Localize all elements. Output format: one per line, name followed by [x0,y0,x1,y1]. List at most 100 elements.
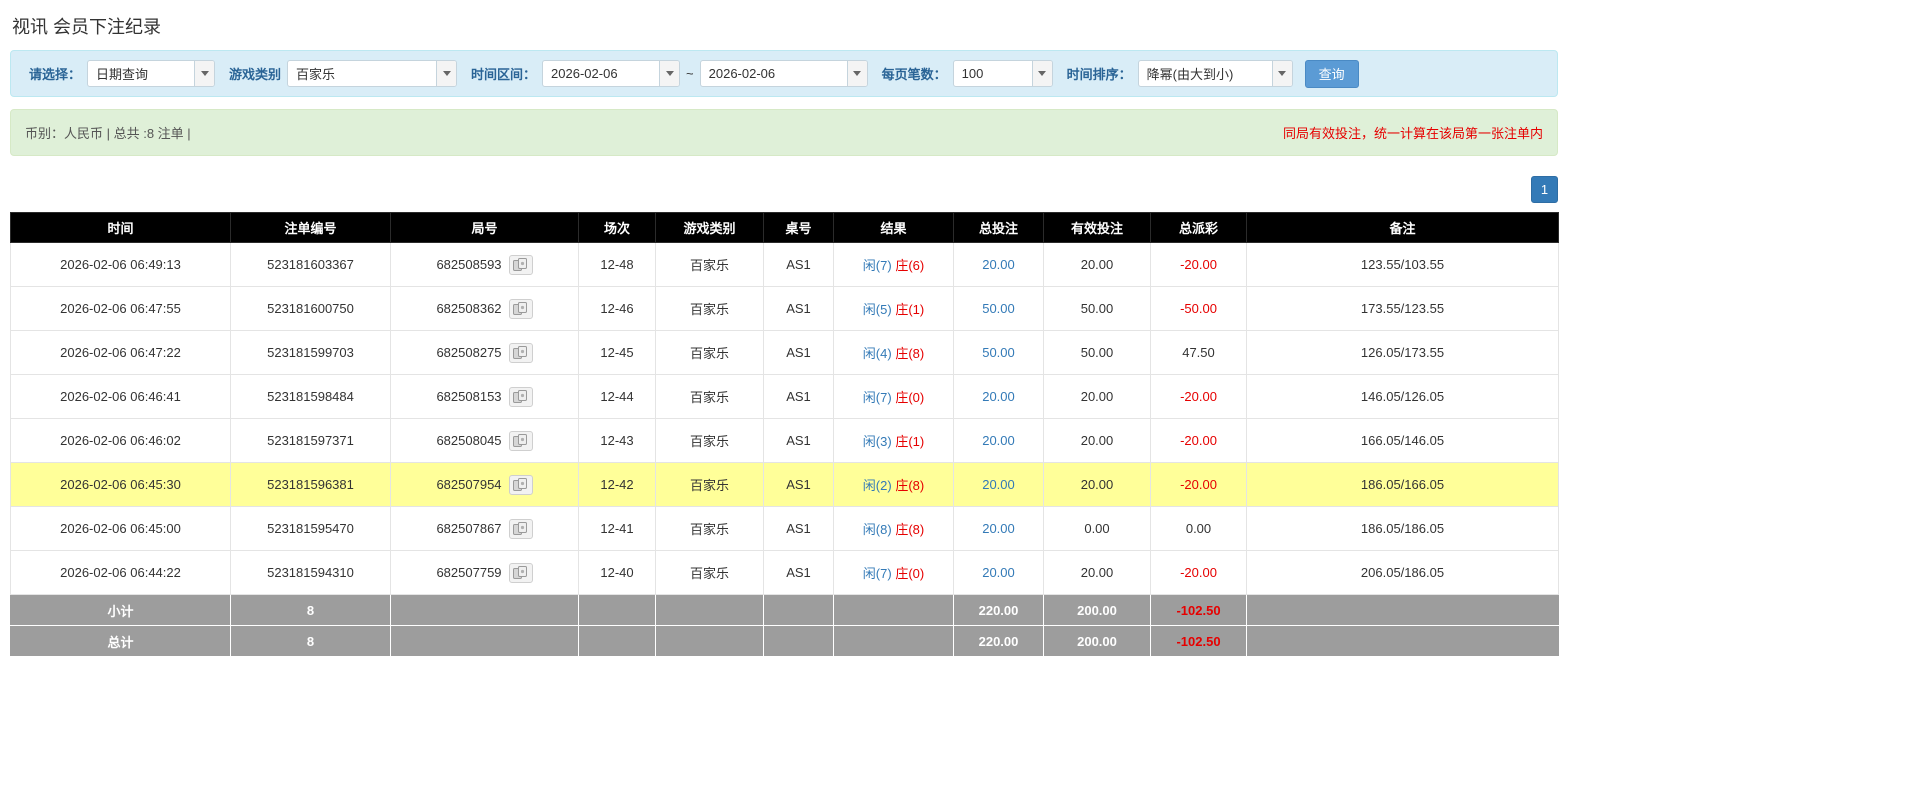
cell-total-bet: 50.00 [953,286,1044,331]
cell-session: 12-45 [578,330,656,375]
column-header-8: 有效投注 [1043,212,1151,243]
time-range-label: 时间区间： [471,67,537,82]
cards-glyph [513,258,528,271]
cell-session: 12-40 [578,550,656,595]
select-type-label: 请选择： [29,67,82,82]
footer-label: 小计 [10,594,231,626]
pagination: 1 [10,176,1558,203]
cell-game-type: 百家乐 [655,286,764,331]
search-button[interactable]: 查询 [1304,59,1359,88]
result-player: 闲(4) [862,346,892,361]
page-size-select[interactable]: 100 [952,60,1053,87]
payout-value: 47.50 [1182,345,1215,360]
payout-value: -20.00 [1180,257,1217,272]
query-type-value: 日期查询 [96,67,149,82]
round-detail-icon[interactable] [508,518,533,539]
cell-round-id: 682508153 [390,374,579,419]
chevron-down-icon[interactable] [659,61,680,86]
total-bet-link[interactable]: 50.00 [982,345,1015,360]
cell-table-no: AS1 [763,550,834,595]
payout-value: -20.00 [1180,389,1217,404]
cell-bet-id: 523181598484 [230,374,391,419]
footer-total-bet: 220.00 [953,594,1044,626]
footer-empty [763,625,834,657]
cell-payout: -20.00 [1150,550,1247,595]
round-detail-icon[interactable] [508,298,533,319]
chevron-down-icon[interactable] [846,61,867,86]
cell-time: 2026-02-06 06:49:13 [10,242,231,287]
cell-bet-id: 523181595470 [230,506,391,551]
cell-time: 2026-02-06 06:44:22 [10,550,231,595]
pagination-page-1-button[interactable]: 1 [1531,176,1558,203]
cell-table-no: AS1 [763,418,834,463]
footer-valid-bet: 200.00 [1043,594,1151,626]
table-body: 2026-02-06 06:49:13 523181603367 682508593… [10,242,1559,595]
total-bet-link[interactable]: 20.00 [982,389,1015,404]
bet-records-table: 时间 注单编号 局号 场次 游戏类别 桌号 结果 总投注 有效投注 总派彩 备注 2026-02-0… [10,212,1559,657]
result-banker: 庄(6) [895,258,925,273]
chevron-down-icon[interactable] [1271,61,1292,86]
sort-order-select[interactable]: 降幂(由大到小) [1137,60,1293,87]
cell-round-id: 682508045 [390,418,579,463]
round-detail-icon[interactable] [508,342,533,363]
cell-round-id: 682508362 [390,286,579,331]
footer-empty [390,594,579,626]
total-bet-link[interactable]: 20.00 [982,257,1015,272]
footer-valid-bet: 200.00 [1043,625,1151,657]
cell-payout: -20.00 [1150,418,1247,463]
cell-time: 2026-02-06 06:47:22 [10,330,231,375]
total-bet-link[interactable]: 20.00 [982,477,1015,492]
total-bet-link[interactable]: 50.00 [982,301,1015,316]
cards-glyph [513,566,528,579]
result-player: 闲(3) [862,434,892,449]
game-type-select[interactable]: 百家乐 [287,60,458,87]
cell-payout: -50.00 [1150,286,1247,331]
round-detail-icon[interactable] [508,474,533,495]
cell-valid-bet: 0.00 [1043,506,1151,551]
cell-note: 123.55/103.55 [1246,242,1559,287]
table-row: 2026-02-06 06:47:22 523181599703 682508275… [10,330,1559,375]
cell-table-no: AS1 [763,374,834,419]
table-footer: 小计 8 220.00 200.00 -102.50 总计 8 220.00 200.00 -10… [10,594,1559,657]
result-player: 闲(7) [862,390,892,405]
total-bet-link[interactable]: 20.00 [982,521,1015,536]
footer-total-bet: 220.00 [953,625,1044,657]
footer-count: 8 [230,625,391,657]
cell-valid-bet: 20.00 [1043,374,1151,419]
table-row: 2026-02-06 06:46:41 523181598484 682508153… [10,374,1559,419]
cell-round-id: 682508275 [390,330,579,375]
total-bet-link[interactable]: 20.00 [982,565,1015,580]
footer-empty [655,594,764,626]
result-banker: 庄(8) [895,346,925,361]
round-detail-icon[interactable] [508,254,533,275]
date-to-select[interactable]: 2026-02-06 [699,60,868,87]
column-header-4: 游戏类别 [655,212,764,243]
footer-empty [1246,594,1559,626]
chevron-down-icon[interactable] [1031,61,1052,86]
result-banker: 庄(1) [895,302,925,317]
page-size-label: 每页笔数： [881,67,947,82]
column-header-1: 注单编号 [230,212,391,243]
query-type-select[interactable]: 日期查询 [87,60,216,87]
round-detail-icon[interactable] [508,562,533,583]
cell-session: 12-42 [578,462,656,507]
footer-payout: -102.50 [1150,625,1247,657]
date-from-value: 2026-02-06 [551,66,618,81]
cell-total-bet: 20.00 [953,374,1044,419]
cell-result: 闲(4) 庄(8) [833,330,954,375]
cards-glyph [513,346,528,359]
subtotal-row: 小计 8 220.00 200.00 -102.50 [10,594,1559,626]
footer-empty [390,625,579,657]
chevron-down-icon[interactable] [436,61,457,86]
cell-round-id: 682507867 [390,506,579,551]
table-row: 2026-02-06 06:47:55 523181600750 682508362… [10,286,1559,331]
date-from-select[interactable]: 2026-02-06 [542,60,681,87]
payout-value: -50.00 [1180,301,1217,316]
round-detail-icon[interactable] [508,386,533,407]
cell-time: 2026-02-06 06:46:41 [10,374,231,419]
total-bet-link[interactable]: 20.00 [982,433,1015,448]
result-player: 闲(8) [862,522,892,537]
chevron-down-icon[interactable] [194,61,215,86]
table-row: 2026-02-06 06:44:22 523181594310 682507759… [10,550,1559,595]
round-detail-icon[interactable] [508,430,533,451]
